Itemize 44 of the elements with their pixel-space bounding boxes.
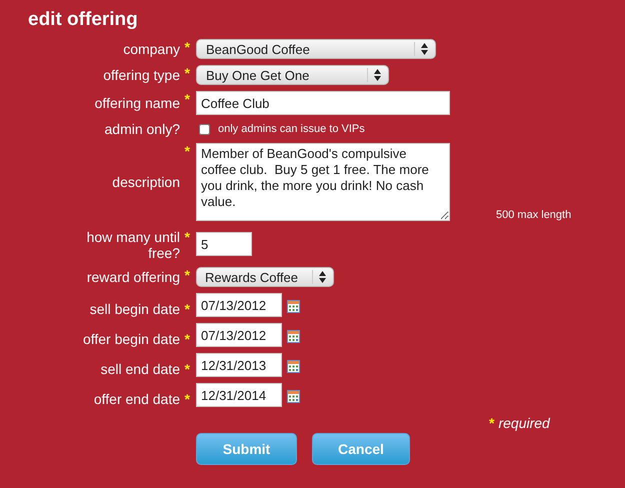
field-label: offering name [94,95,180,111]
required-asterisk: * [184,39,190,55]
calendar-icon [287,360,300,373]
updown-arrows-icon [367,68,382,82]
required-asterisk: * [184,301,190,317]
calendar-icon [287,300,300,313]
required-asterisk: * [184,267,190,283]
input-field[interactable]: 12/31/2013 [196,353,282,377]
form-title: edit offering [28,9,139,31]
input-field[interactable]: 07/13/2012 [196,293,282,317]
required-asterisk: * [184,65,190,81]
field-label: sell begin date [90,301,180,317]
input-field[interactable]: 5 [196,232,252,256]
dropdown[interactable]: Buy One Get One [196,65,389,85]
field-label: reward offering [86,269,180,285]
required-asterisk: * [184,143,190,159]
field-label: offering type [103,67,180,83]
required-asterisk: * [489,415,494,431]
calendar-icon [287,390,300,403]
field-label: description [112,174,180,190]
dropdown[interactable]: Rewards Coffee [196,267,334,287]
checkbox[interactable] [199,124,210,134]
field-label: how many until free? [86,229,180,261]
required-asterisk: * [184,229,190,245]
input-field[interactable]: 12/31/2014 [196,383,282,407]
required-asterisk: * [184,361,190,377]
dropdown[interactable]: BeanGood Coffee [196,39,436,59]
required-asterisk: * [184,91,190,107]
updown-arrows-icon [312,270,327,284]
required-asterisk: * [184,331,190,347]
input-field[interactable]: Coffee Club [196,91,450,115]
input-field[interactable]: 07/13/2012 [196,323,282,347]
calendar-icon [287,330,300,343]
checkbox-label: only admins can issue to VIPs [218,123,365,135]
length-hint: 500 max length [496,209,572,221]
field-label: sell end date [100,361,180,377]
required-legend: required [498,415,550,431]
field-label: offer end date [94,391,180,407]
field-label: company [123,41,180,57]
updown-arrows-icon [414,42,429,56]
required-asterisk: * [184,391,190,407]
field-label: offer begin date [82,331,180,347]
text-area[interactable]: Member of BeanGood's compulsive coffee club. Buy 5 get 1 free. The more you drink, the more you drink! No cash value. [196,143,450,221]
field-label: admin only? [104,121,180,137]
